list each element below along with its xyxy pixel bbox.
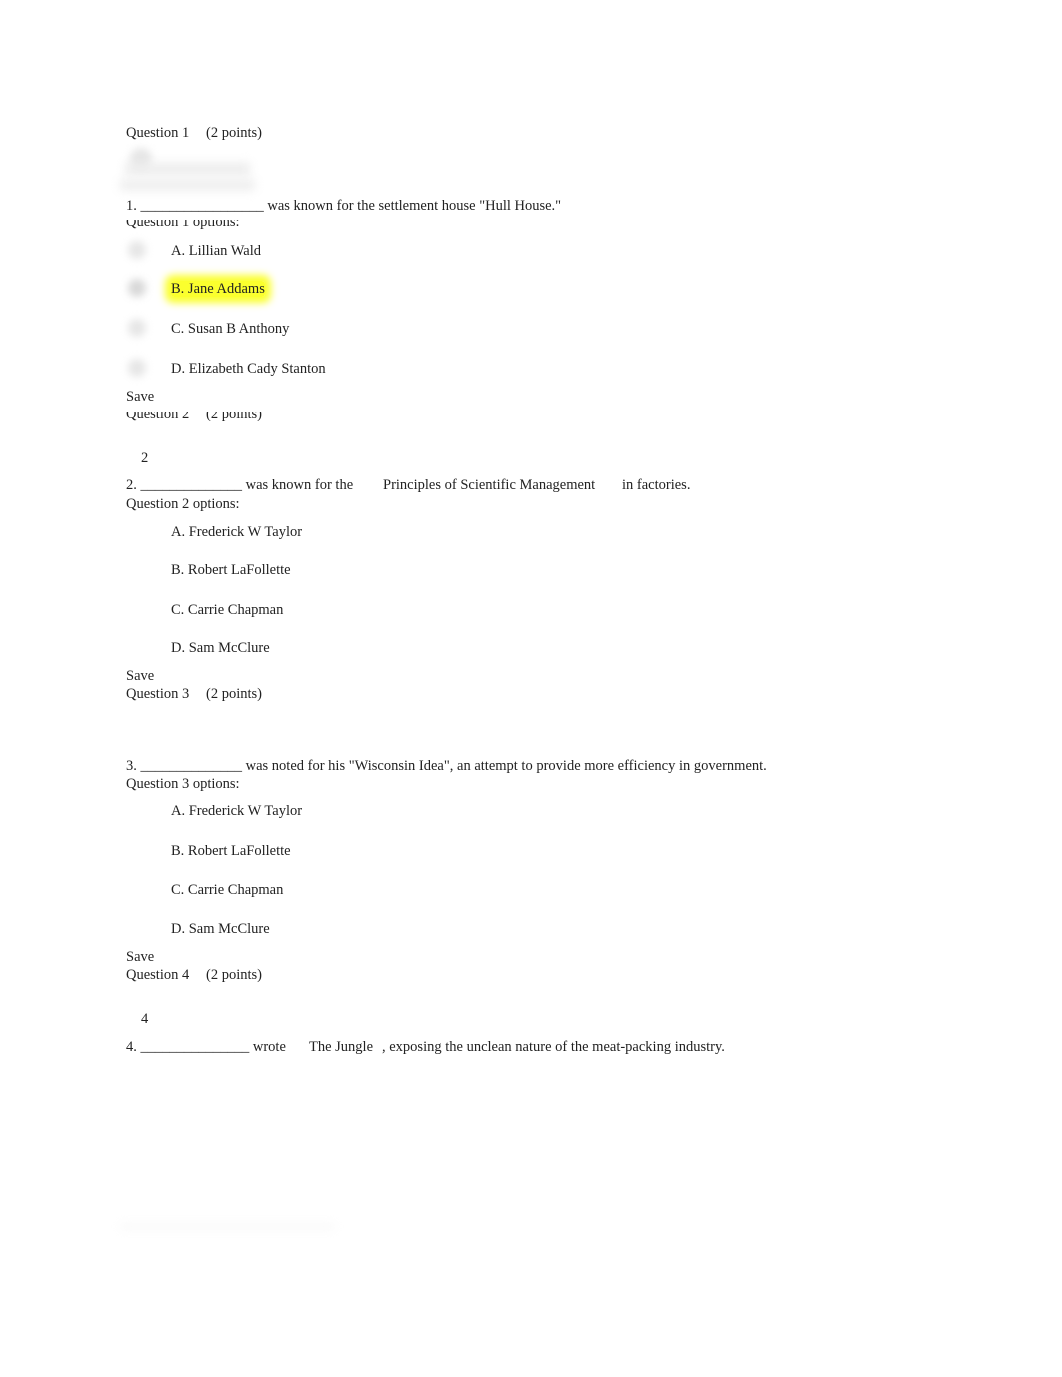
radio-button[interactable] [128, 241, 146, 259]
points-text: (2 points) [206, 412, 262, 421]
question-4-points: (2 points) [206, 967, 262, 983]
option-c[interactable]: C. Susan B Anthony [171, 321, 289, 337]
question-2-prompt-start: 2. ______________ was known for the [126, 477, 354, 493]
radio-button-selected[interactable] [128, 279, 146, 297]
question-2-prompt-title: Principles of Scientific Management [383, 477, 596, 493]
option-a[interactable]: A. Lillian Wald [171, 243, 261, 259]
option-d[interactable]: D. Sam McClure [171, 921, 270, 937]
question-1-points: (2 points) [206, 125, 262, 141]
question-2-marker: 2 [141, 450, 149, 466]
question-1-options-label: Question 1 options: [126, 220, 240, 229]
question-3-points: (2 points) [206, 686, 262, 702]
question-2-options-label: Question 2 options: [126, 496, 240, 512]
question-4-header: Question 4 [126, 967, 190, 983]
question-3-header: Question 3 [126, 686, 190, 702]
question-4-prompt-title: The Jungle [309, 1039, 374, 1055]
question-1-header: Question 1 [126, 125, 190, 141]
option-b[interactable]: B. Robert LaFollette [171, 562, 291, 578]
save-button[interactable]: Save [126, 668, 154, 684]
question-4-marker: 4 [141, 1011, 149, 1027]
save-button[interactable]: Save [126, 389, 154, 405]
option-c[interactable]: C. Carrie Chapman [171, 602, 283, 618]
question-1-prompt: 1. _________________ was known for the s… [126, 198, 562, 214]
question-2-header: Question 2 [126, 412, 189, 421]
question-4-prompt-end: , exposing the unclean nature of the mea… [382, 1039, 725, 1055]
options-label-text: Question 1 options: [126, 220, 240, 229]
radio-button[interactable] [128, 359, 146, 377]
blurred-status-2 [120, 180, 255, 190]
question-3-options-label: Question 3 options: [126, 776, 240, 792]
option-d[interactable]: D. Elizabeth Cady Stanton [171, 361, 326, 377]
option-a[interactable]: A. Frederick W Taylor [171, 803, 302, 819]
save-button[interactable]: Save [126, 949, 154, 965]
option-b[interactable]: B. Jane Addams [171, 281, 265, 297]
question-2-prompt-end: in factories. [622, 477, 691, 493]
radio-button[interactable] [128, 319, 146, 337]
option-a[interactable]: A. Frederick W Taylor [171, 524, 302, 540]
header-text: Question 2 [126, 412, 190, 421]
question-3-prompt: 3. ______________ was noted for his "Wis… [126, 758, 767, 774]
blurred-status [125, 163, 250, 175]
highlighted-answer: B. Jane Addams [171, 281, 265, 297]
question-2-points: (2 points) [206, 412, 262, 421]
question-4-prompt-start: 4. _______________ wrote [126, 1039, 286, 1055]
faint-divider [120, 1225, 335, 1228]
option-c[interactable]: C. Carrie Chapman [171, 882, 283, 898]
option-d[interactable]: D. Sam McClure [171, 640, 270, 656]
option-b[interactable]: B. Robert LaFollette [171, 843, 291, 859]
